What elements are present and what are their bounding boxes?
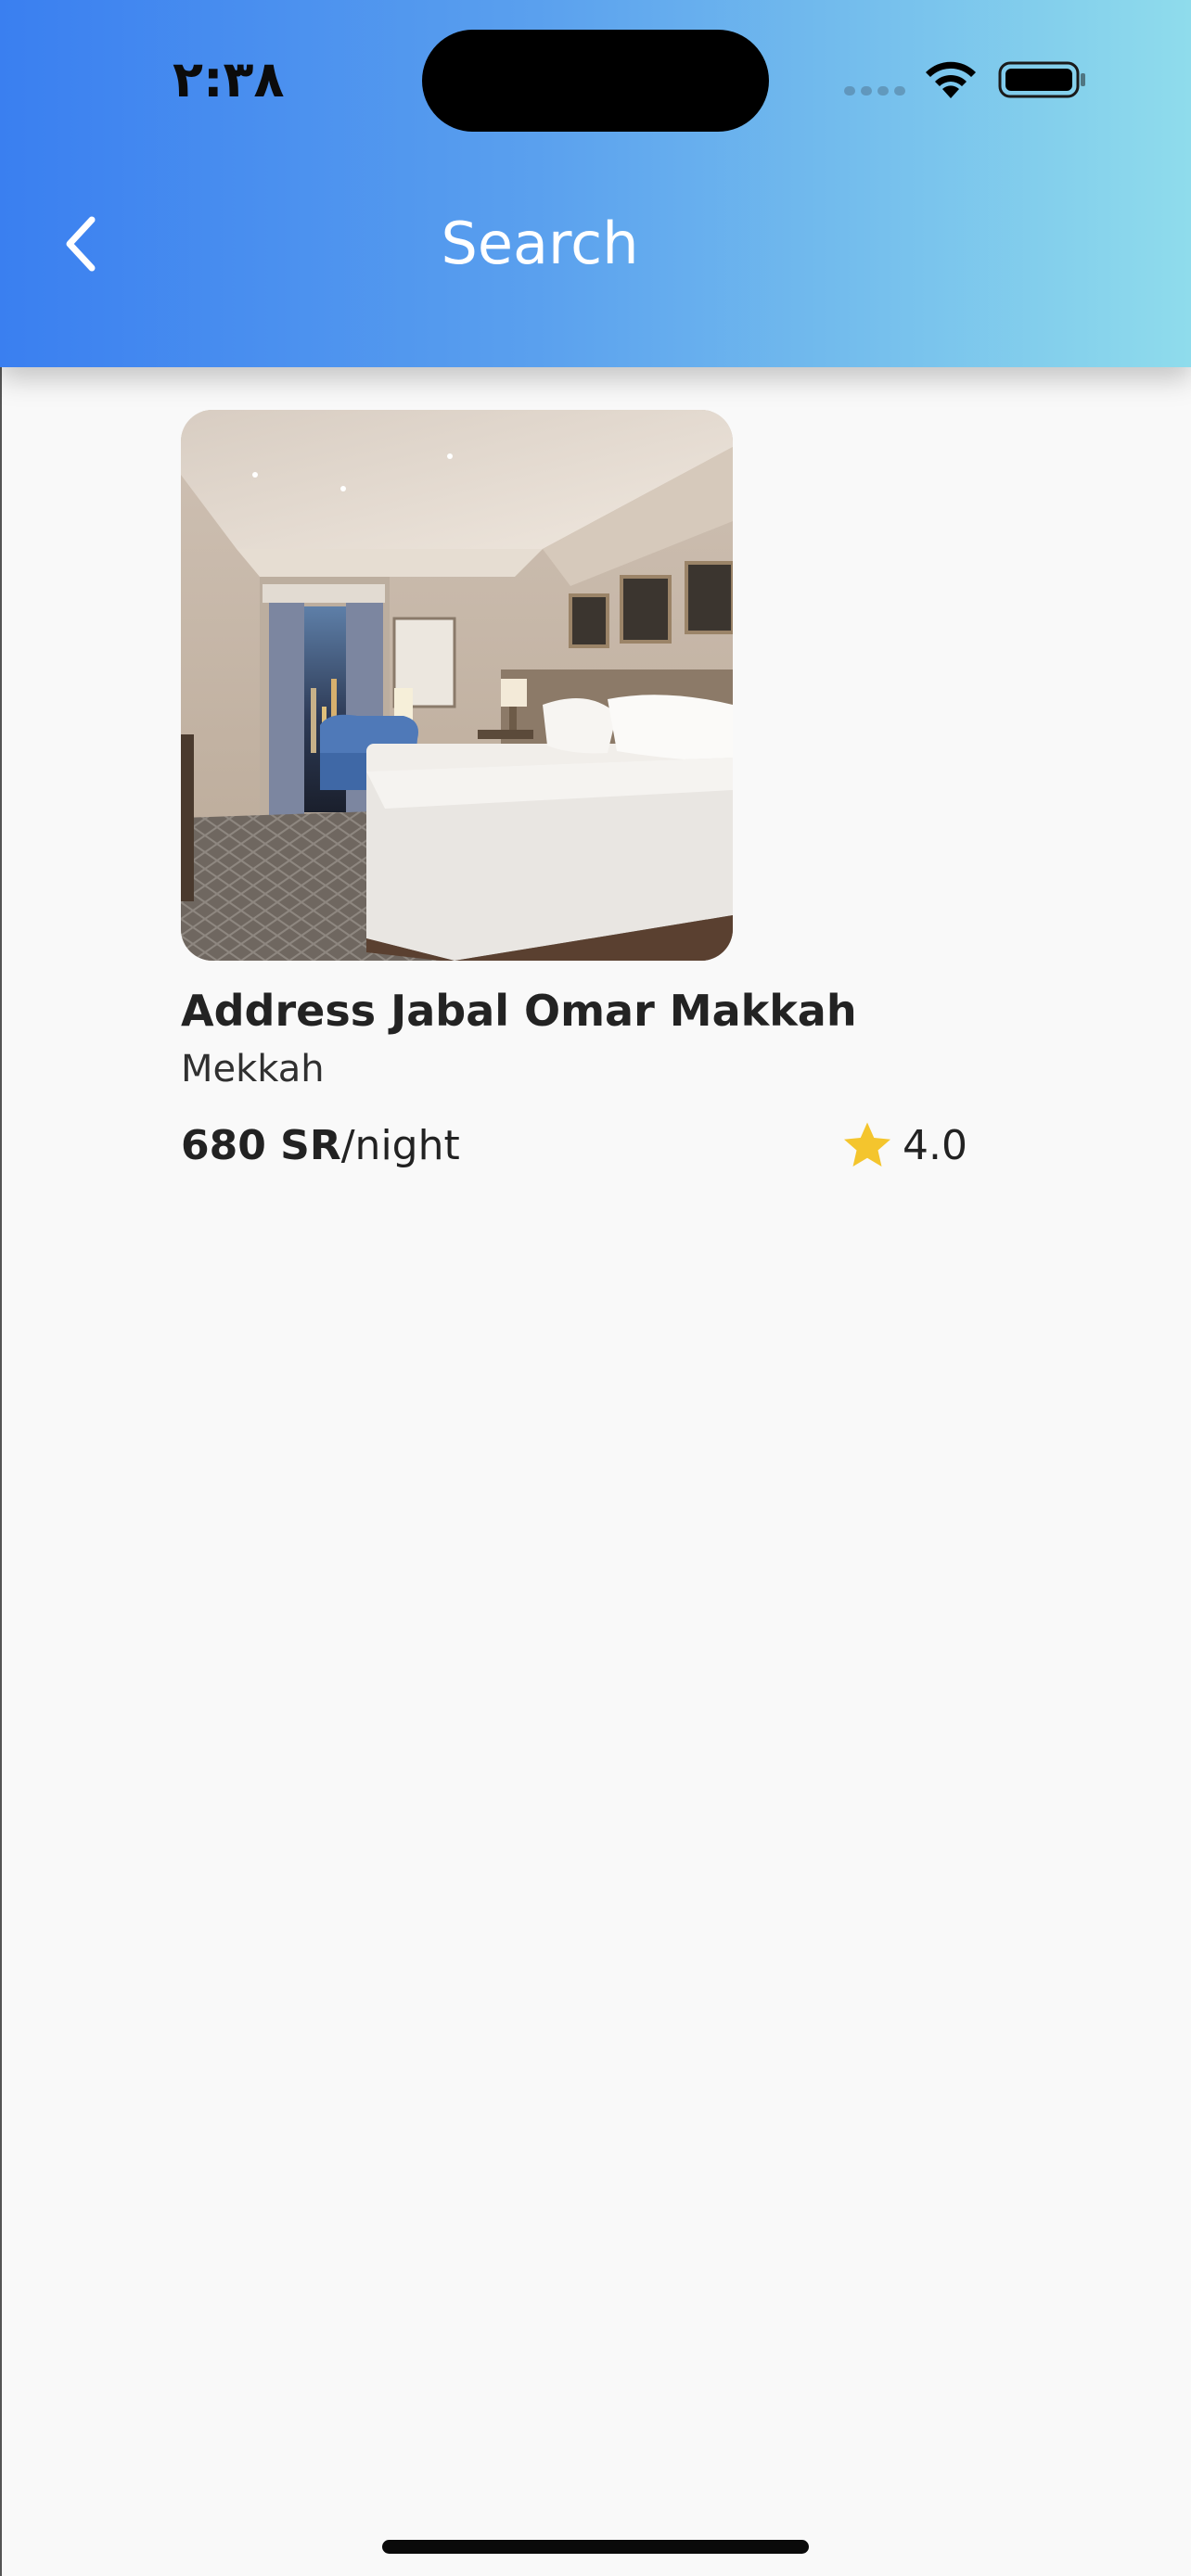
- price-unit: /night: [340, 1122, 460, 1169]
- hotel-city: Mekkah: [181, 1048, 325, 1090]
- price: 680 SR/night: [181, 1116, 460, 1176]
- battery-icon: [998, 61, 1085, 98]
- left-divider: [0, 367, 2, 2576]
- page-title: Search: [441, 210, 639, 277]
- dynamic-island: [422, 30, 769, 132]
- hotel-name: Address Jabal Omar Makkah: [181, 986, 857, 1036]
- price-amount: 680 SR: [181, 1122, 341, 1169]
- rating: 4.0: [839, 1116, 967, 1176]
- hotel-card[interactable]: Address Jabal Omar Makkah Mekkah 680 SR/…: [181, 410, 967, 1176]
- cellular-signal-icon: [844, 86, 905, 96]
- star-icon: [844, 1122, 890, 1167]
- home-indicator[interactable]: [382, 2540, 809, 2554]
- price-rating-row: 680 SR/night 4.0: [181, 1116, 967, 1176]
- status-time: ٢:٣٨: [173, 50, 285, 108]
- hotel-room-photo[interactable]: [181, 410, 733, 961]
- wifi-icon: [926, 61, 976, 98]
- app-header: ٢:٣٨ Search: [0, 0, 1191, 367]
- rating-value: 4.0: [903, 1122, 967, 1169]
